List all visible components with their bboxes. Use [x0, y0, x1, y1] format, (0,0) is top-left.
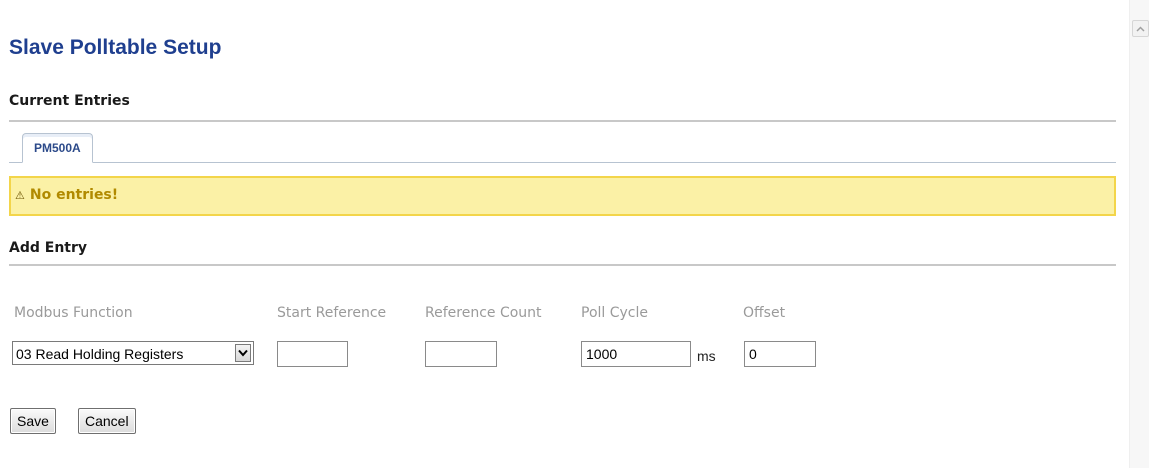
scroll-up-arrow-icon[interactable] — [1132, 20, 1149, 37]
add-entry-heading: Add Entry — [9, 240, 88, 256]
page: Slave Polltable Setup Current Entries PM… — [0, 0, 1149, 468]
start-reference-input[interactable] — [277, 341, 348, 367]
modbus-function-selected-value: 03 Read Holding Registers — [16, 346, 184, 362]
reference-count-input[interactable] — [425, 341, 497, 367]
start-reference-label: Start Reference — [277, 305, 387, 321]
warning-content: ⚠ No entries! — [15, 187, 118, 203]
poll-cycle-label: Poll Cycle — [581, 305, 648, 321]
reference-count-label: Reference Count — [425, 305, 542, 321]
entry-tab-bar: PM500A — [9, 131, 1116, 163]
save-button[interactable]: Save — [10, 408, 56, 434]
add-entry-divider — [9, 264, 1116, 266]
cancel-button[interactable]: Cancel — [78, 408, 136, 434]
warning-triangle-icon: ⚠ — [15, 188, 25, 202]
modbus-function-select[interactable]: 03 Read Holding Registers — [12, 341, 254, 365]
warning-text: No entries! — [29, 187, 119, 203]
poll-cycle-unit: ms — [697, 348, 716, 364]
current-entries-heading: Current Entries — [9, 93, 130, 109]
poll-cycle-input[interactable] — [581, 341, 691, 367]
no-entries-warning: ⚠ No entries! — [9, 176, 1116, 216]
vertical-scrollbar[interactable] — [1129, 0, 1149, 468]
tab-pm500a[interactable]: PM500A — [22, 133, 93, 163]
offset-label: Offset — [743, 305, 786, 321]
page-title: Slave Polltable Setup — [9, 36, 222, 59]
current-entries-divider — [9, 120, 1116, 122]
chevron-down-icon[interactable] — [235, 344, 251, 362]
offset-input[interactable] — [744, 341, 816, 367]
modbus-function-label: Modbus Function — [14, 305, 133, 321]
